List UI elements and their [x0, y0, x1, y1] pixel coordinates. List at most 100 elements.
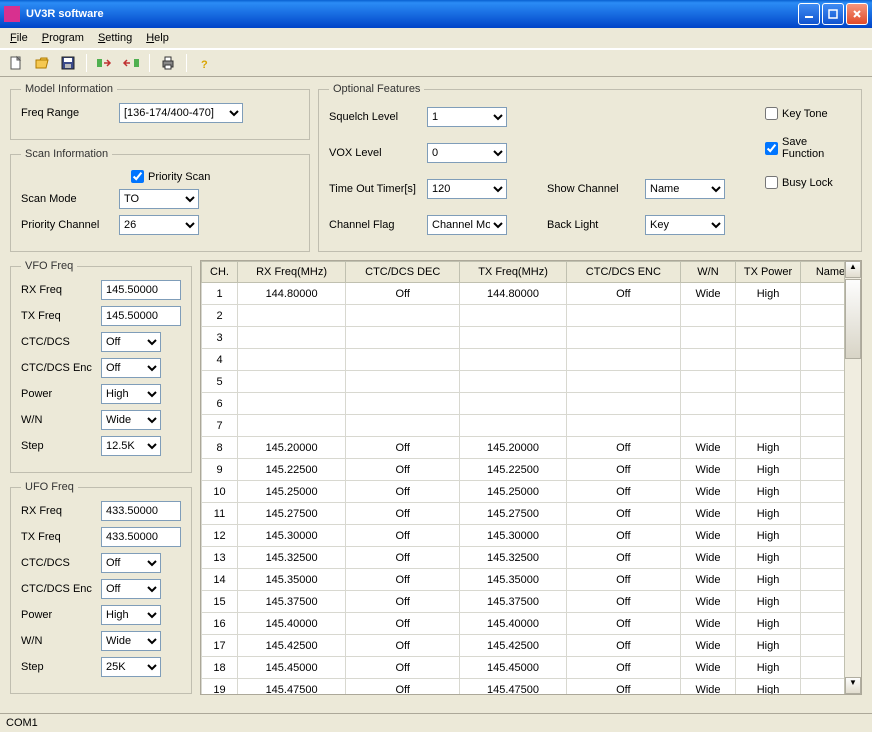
col-ch[interactable]: CH.	[202, 262, 238, 283]
save-icon[interactable]	[58, 53, 78, 73]
cell-ch[interactable]: 2	[202, 305, 238, 327]
col-pwr[interactable]: TX Power	[736, 262, 801, 283]
cell-enc[interactable]: Off	[566, 481, 680, 503]
cell-rx[interactable]: 145.40000	[238, 613, 346, 635]
scan-mode-select[interactable]: TO	[119, 189, 199, 209]
cell-enc[interactable]: Off	[566, 569, 680, 591]
cell-dec[interactable]: Off	[346, 569, 460, 591]
cell-wn[interactable]: Wide	[681, 657, 736, 679]
cell-pwr[interactable]: High	[736, 459, 801, 481]
scroll-down-icon[interactable]: ▼	[845, 677, 861, 694]
cell-tx[interactable]: 144.80000	[460, 283, 566, 305]
cell-enc[interactable]	[566, 415, 680, 437]
table-row[interactable]: 2	[202, 305, 861, 327]
col-dec[interactable]: CTC/DCS DEC	[346, 262, 460, 283]
ufo-ctcenc-select[interactable]: Off	[101, 579, 161, 599]
cell-rx[interactable]: 145.32500	[238, 547, 346, 569]
cell-ch[interactable]: 5	[202, 371, 238, 393]
col-rx[interactable]: RX Freq(MHz)	[238, 262, 346, 283]
cell-pwr[interactable]: High	[736, 503, 801, 525]
read-radio-icon[interactable]	[95, 53, 115, 73]
cell-pwr[interactable]: High	[736, 437, 801, 459]
cell-pwr[interactable]	[736, 393, 801, 415]
cell-enc[interactable]: Off	[566, 679, 680, 696]
cell-wn[interactable]: Wide	[681, 283, 736, 305]
cell-ch[interactable]: 12	[202, 525, 238, 547]
cell-ch[interactable]: 14	[202, 569, 238, 591]
cell-dec[interactable]: Off	[346, 283, 460, 305]
cell-pwr[interactable]: High	[736, 679, 801, 696]
cell-rx[interactable]: 145.27500	[238, 503, 346, 525]
cell-pwr[interactable]	[736, 415, 801, 437]
table-row[interactable]: 19145.47500Off145.47500OffWideHigh	[202, 679, 861, 696]
cell-ch[interactable]: 6	[202, 393, 238, 415]
cell-pwr[interactable]: High	[736, 547, 801, 569]
cell-dec[interactable]: Off	[346, 481, 460, 503]
cell-dec[interactable]: Off	[346, 679, 460, 696]
cell-rx[interactable]: 145.45000	[238, 657, 346, 679]
cell-wn[interactable]: Wide	[681, 635, 736, 657]
cell-enc[interactable]: Off	[566, 525, 680, 547]
close-button[interactable]	[846, 3, 868, 25]
table-row[interactable]: 4	[202, 349, 861, 371]
cell-dec[interactable]: Off	[346, 525, 460, 547]
cell-wn[interactable]	[681, 349, 736, 371]
cell-ch[interactable]: 4	[202, 349, 238, 371]
backlight-select[interactable]: Key	[645, 215, 725, 235]
priority-channel-select[interactable]: 26	[119, 215, 199, 235]
vfo-power-select[interactable]: High	[101, 384, 161, 404]
cell-ch[interactable]: 8	[202, 437, 238, 459]
cell-enc[interactable]	[566, 327, 680, 349]
cell-ch[interactable]: 3	[202, 327, 238, 349]
table-row[interactable]: 12145.30000Off145.30000OffWideHigh	[202, 525, 861, 547]
cell-tx[interactable]: 145.32500	[460, 547, 566, 569]
cell-dec[interactable]: Off	[346, 437, 460, 459]
cell-enc[interactable]: Off	[566, 635, 680, 657]
cell-dec[interactable]	[346, 371, 460, 393]
cell-dec[interactable]	[346, 305, 460, 327]
cell-rx[interactable]	[238, 371, 346, 393]
table-row[interactable]: 11145.27500Off145.27500OffWideHigh	[202, 503, 861, 525]
table-row[interactable]: 13145.32500Off145.32500OffWideHigh	[202, 547, 861, 569]
priority-scan-checkbox[interactable]	[131, 170, 144, 183]
cell-rx[interactable]: 145.47500	[238, 679, 346, 696]
chflag-select[interactable]: Channel Mode	[427, 215, 507, 235]
cell-dec[interactable]: Off	[346, 613, 460, 635]
savefunc-checkbox[interactable]	[765, 142, 778, 155]
menu-file[interactable]: File	[6, 30, 32, 46]
cell-wn[interactable]: Wide	[681, 459, 736, 481]
table-row[interactable]: 1144.80000Off144.80000OffWideHigh	[202, 283, 861, 305]
menu-setting[interactable]: Setting	[94, 30, 136, 46]
cell-tx[interactable]: 145.27500	[460, 503, 566, 525]
cell-wn[interactable]: Wide	[681, 503, 736, 525]
cell-wn[interactable]: Wide	[681, 591, 736, 613]
cell-tx[interactable]	[460, 393, 566, 415]
cell-enc[interactable]: Off	[566, 283, 680, 305]
cell-wn[interactable]: Wide	[681, 481, 736, 503]
cell-rx[interactable]	[238, 327, 346, 349]
cell-tx[interactable]	[460, 415, 566, 437]
cell-rx[interactable]	[238, 393, 346, 415]
cell-tx[interactable]	[460, 305, 566, 327]
cell-wn[interactable]: Wide	[681, 613, 736, 635]
cell-wn[interactable]	[681, 371, 736, 393]
ufo-ctc-select[interactable]: Off	[101, 553, 161, 573]
print-icon[interactable]	[158, 53, 178, 73]
new-icon[interactable]	[6, 53, 26, 73]
cell-enc[interactable]	[566, 371, 680, 393]
cell-pwr[interactable]: High	[736, 657, 801, 679]
cell-dec[interactable]	[346, 415, 460, 437]
ufo-wn-select[interactable]: Wide	[101, 631, 161, 651]
col-tx[interactable]: TX Freq(MHz)	[460, 262, 566, 283]
menu-program[interactable]: Program	[38, 30, 88, 46]
cell-tx[interactable]: 145.47500	[460, 679, 566, 696]
cell-tx[interactable]: 145.37500	[460, 591, 566, 613]
cell-tx[interactable]	[460, 349, 566, 371]
table-row[interactable]: 18145.45000Off145.45000OffWideHigh	[202, 657, 861, 679]
cell-enc[interactable]: Off	[566, 459, 680, 481]
cell-pwr[interactable]	[736, 327, 801, 349]
write-radio-icon[interactable]	[121, 53, 141, 73]
cell-pwr[interactable]	[736, 349, 801, 371]
cell-wn[interactable]	[681, 393, 736, 415]
scrollbar[interactable]: ▲ ▼	[844, 261, 861, 694]
